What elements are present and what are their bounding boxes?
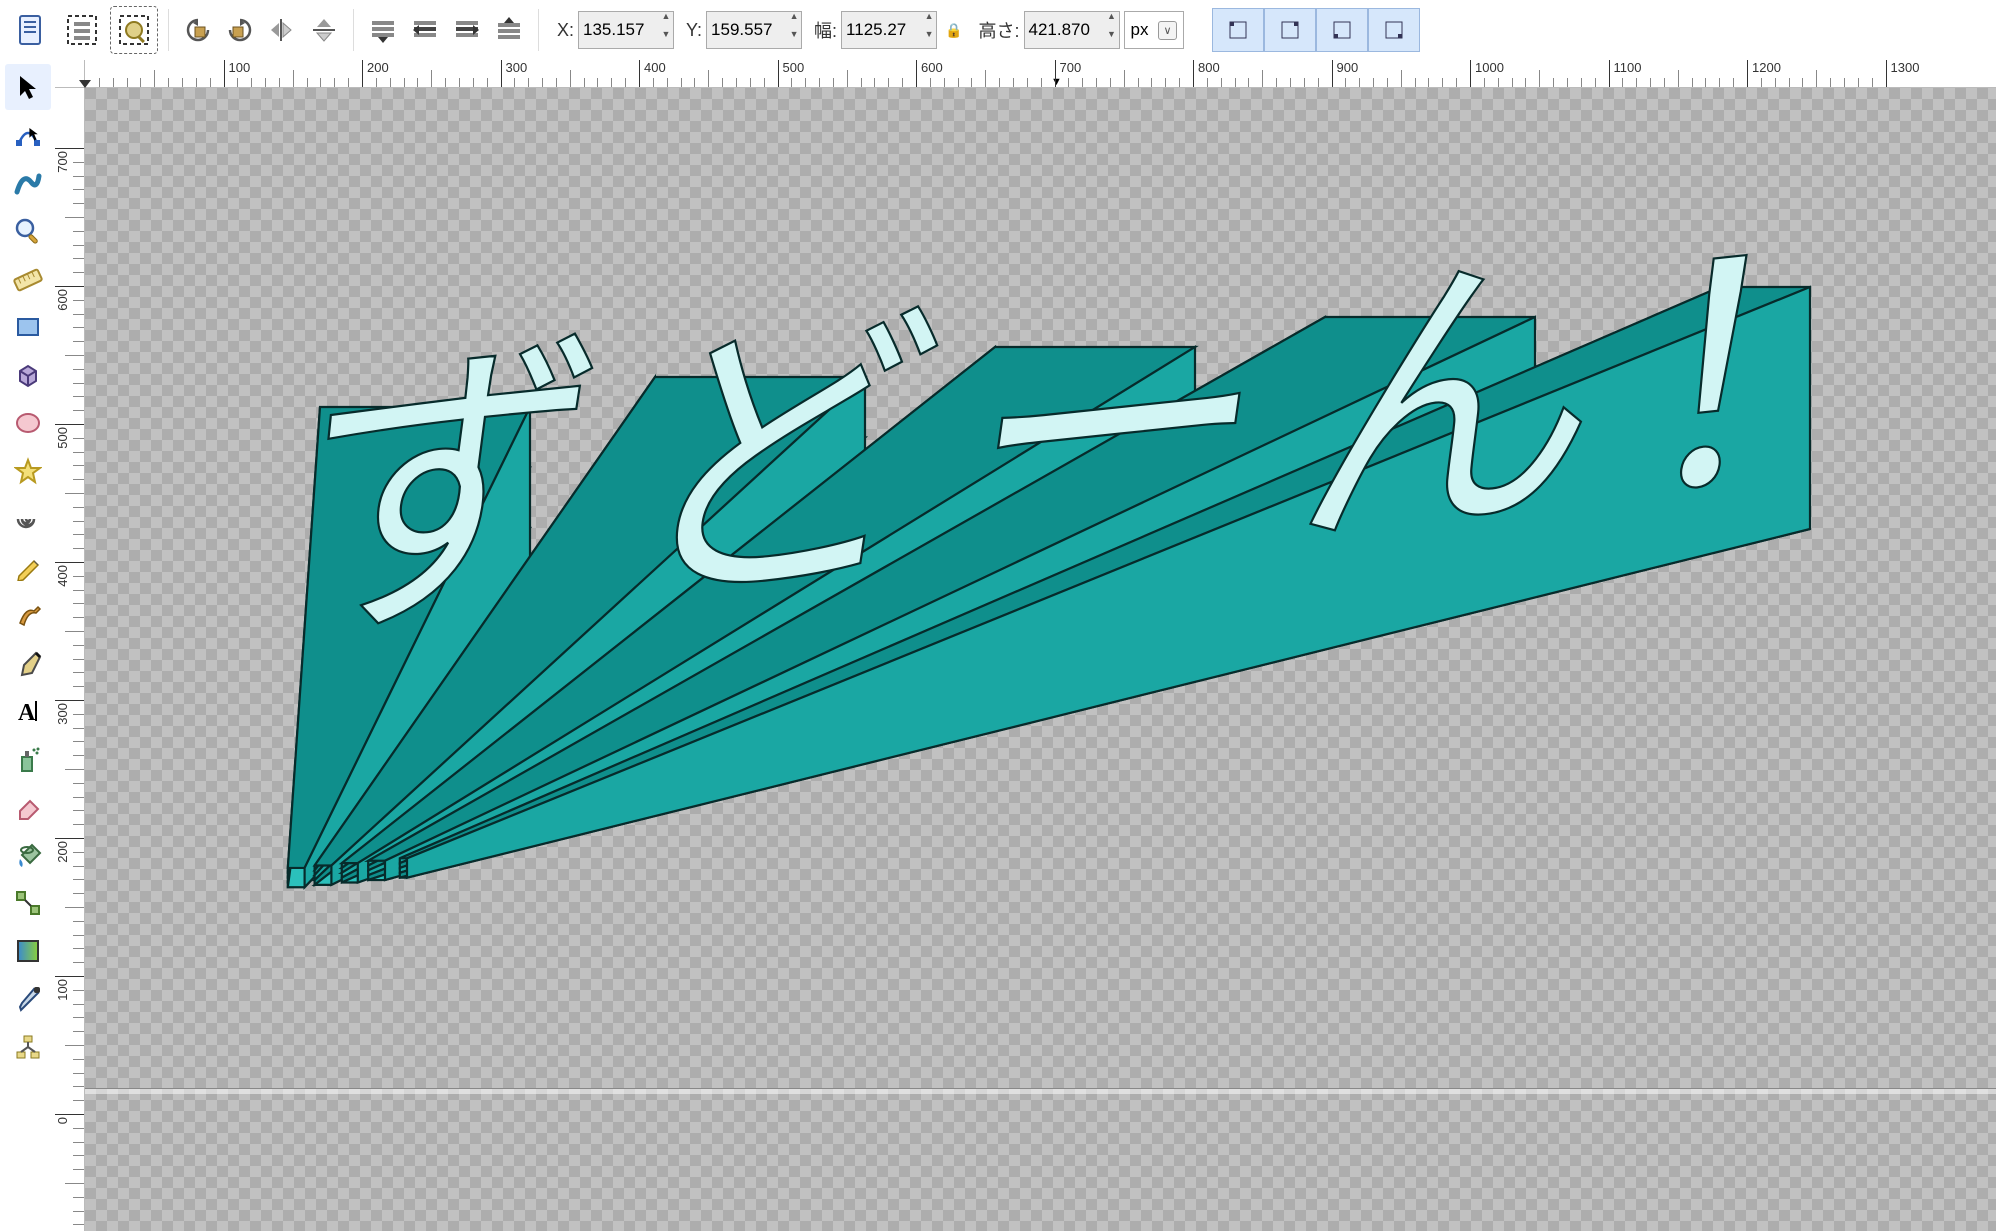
toolbox: A bbox=[0, 60, 55, 1231]
vertical-ruler[interactable] bbox=[55, 88, 85, 1231]
eraser-tool[interactable] bbox=[5, 784, 51, 830]
transform-origin-group bbox=[1212, 8, 1420, 52]
svg-text:ー: ー bbox=[925, 251, 1263, 617]
y-input[interactable]: 159.557▲▼ bbox=[706, 11, 802, 49]
diagram-tool[interactable] bbox=[5, 1024, 51, 1070]
canvas[interactable]: ずどーん！ bbox=[85, 88, 1996, 1231]
width-input[interactable]: 1125.27▲▼ bbox=[841, 11, 937, 49]
work-area: ▼ ずどーん！ bbox=[55, 60, 1996, 1231]
ruler-cursor-marker: ▼ bbox=[1051, 76, 1062, 88]
flip-horizontal-button[interactable] bbox=[263, 6, 301, 54]
origin-br-button[interactable] bbox=[1368, 8, 1420, 52]
separator bbox=[168, 9, 169, 51]
measure-tool[interactable] bbox=[5, 256, 51, 302]
separator bbox=[538, 9, 539, 51]
height-label: 高さ: bbox=[978, 17, 1019, 43]
spiral-tool[interactable] bbox=[5, 496, 51, 542]
width-label: 幅: bbox=[814, 17, 837, 43]
lower-to-bottom-button[interactable] bbox=[364, 6, 402, 54]
connector-tool[interactable] bbox=[5, 880, 51, 926]
origin-tl-button[interactable] bbox=[1212, 8, 1264, 52]
rotate-cw-button[interactable] bbox=[221, 6, 259, 54]
rectangle-tool[interactable] bbox=[5, 304, 51, 350]
svg-text:A: A bbox=[18, 700, 36, 725]
flip-vertical-button[interactable] bbox=[305, 6, 343, 54]
rotate-ccw-button[interactable] bbox=[179, 6, 217, 54]
raise-button[interactable] bbox=[448, 6, 486, 54]
star-tool[interactable] bbox=[5, 448, 51, 494]
zoom-tool[interactable] bbox=[5, 208, 51, 254]
lower-button[interactable] bbox=[406, 6, 444, 54]
unit-select[interactable]: px∨ bbox=[1124, 11, 1184, 49]
selector-tool[interactable] bbox=[5, 64, 51, 110]
origin-bl-button[interactable] bbox=[1316, 8, 1368, 52]
3dbox-tool[interactable] bbox=[5, 352, 51, 398]
x-label: X: bbox=[557, 20, 574, 41]
svg-text:ん: ん bbox=[1260, 221, 1598, 587]
raise-to-top-button[interactable] bbox=[490, 6, 528, 54]
page-mode-button[interactable] bbox=[6, 6, 54, 54]
lock-aspect-icon[interactable]: 🔒 bbox=[945, 22, 962, 39]
select-all-button[interactable] bbox=[58, 6, 106, 54]
ellipse-tool[interactable] bbox=[5, 400, 51, 446]
calligraphy-tool[interactable] bbox=[5, 592, 51, 638]
node-tool[interactable] bbox=[5, 112, 51, 158]
spray-tool[interactable] bbox=[5, 736, 51, 782]
artwork-3d-text[interactable]: ずどーん！ bbox=[205, 268, 1845, 968]
select-box-button[interactable] bbox=[110, 6, 158, 54]
bezier-tool[interactable] bbox=[5, 640, 51, 686]
gradient-tool[interactable] bbox=[5, 928, 51, 974]
separator bbox=[353, 9, 354, 51]
x-input[interactable]: 135.157▲▼ bbox=[578, 11, 674, 49]
text-tool[interactable]: A bbox=[5, 688, 51, 734]
y-label: Y: bbox=[686, 20, 702, 41]
paint-bucket-tool[interactable] bbox=[5, 832, 51, 878]
dropper-tool[interactable] bbox=[5, 976, 51, 1022]
height-input[interactable]: 421.870▲▼ bbox=[1024, 11, 1120, 49]
sculpt-tool[interactable] bbox=[5, 160, 51, 206]
svg-text:！: ！ bbox=[1595, 192, 1928, 558]
chevron-down-icon: ∨ bbox=[1158, 21, 1176, 40]
ruler-origin-marker bbox=[79, 80, 91, 88]
page-boundary bbox=[85, 1088, 1996, 1094]
pencil-tool[interactable] bbox=[5, 544, 51, 590]
horizontal-ruler[interactable]: ▼ bbox=[85, 60, 1996, 88]
svg-text:ず: ず bbox=[255, 308, 626, 677]
origin-tr-button[interactable] bbox=[1264, 8, 1316, 52]
svg-text:ど: ど bbox=[590, 277, 970, 647]
options-toolbar: X: 135.157▲▼ Y: 159.557▲▼ 幅: 1125.27▲▼ 🔒… bbox=[0, 0, 1996, 60]
